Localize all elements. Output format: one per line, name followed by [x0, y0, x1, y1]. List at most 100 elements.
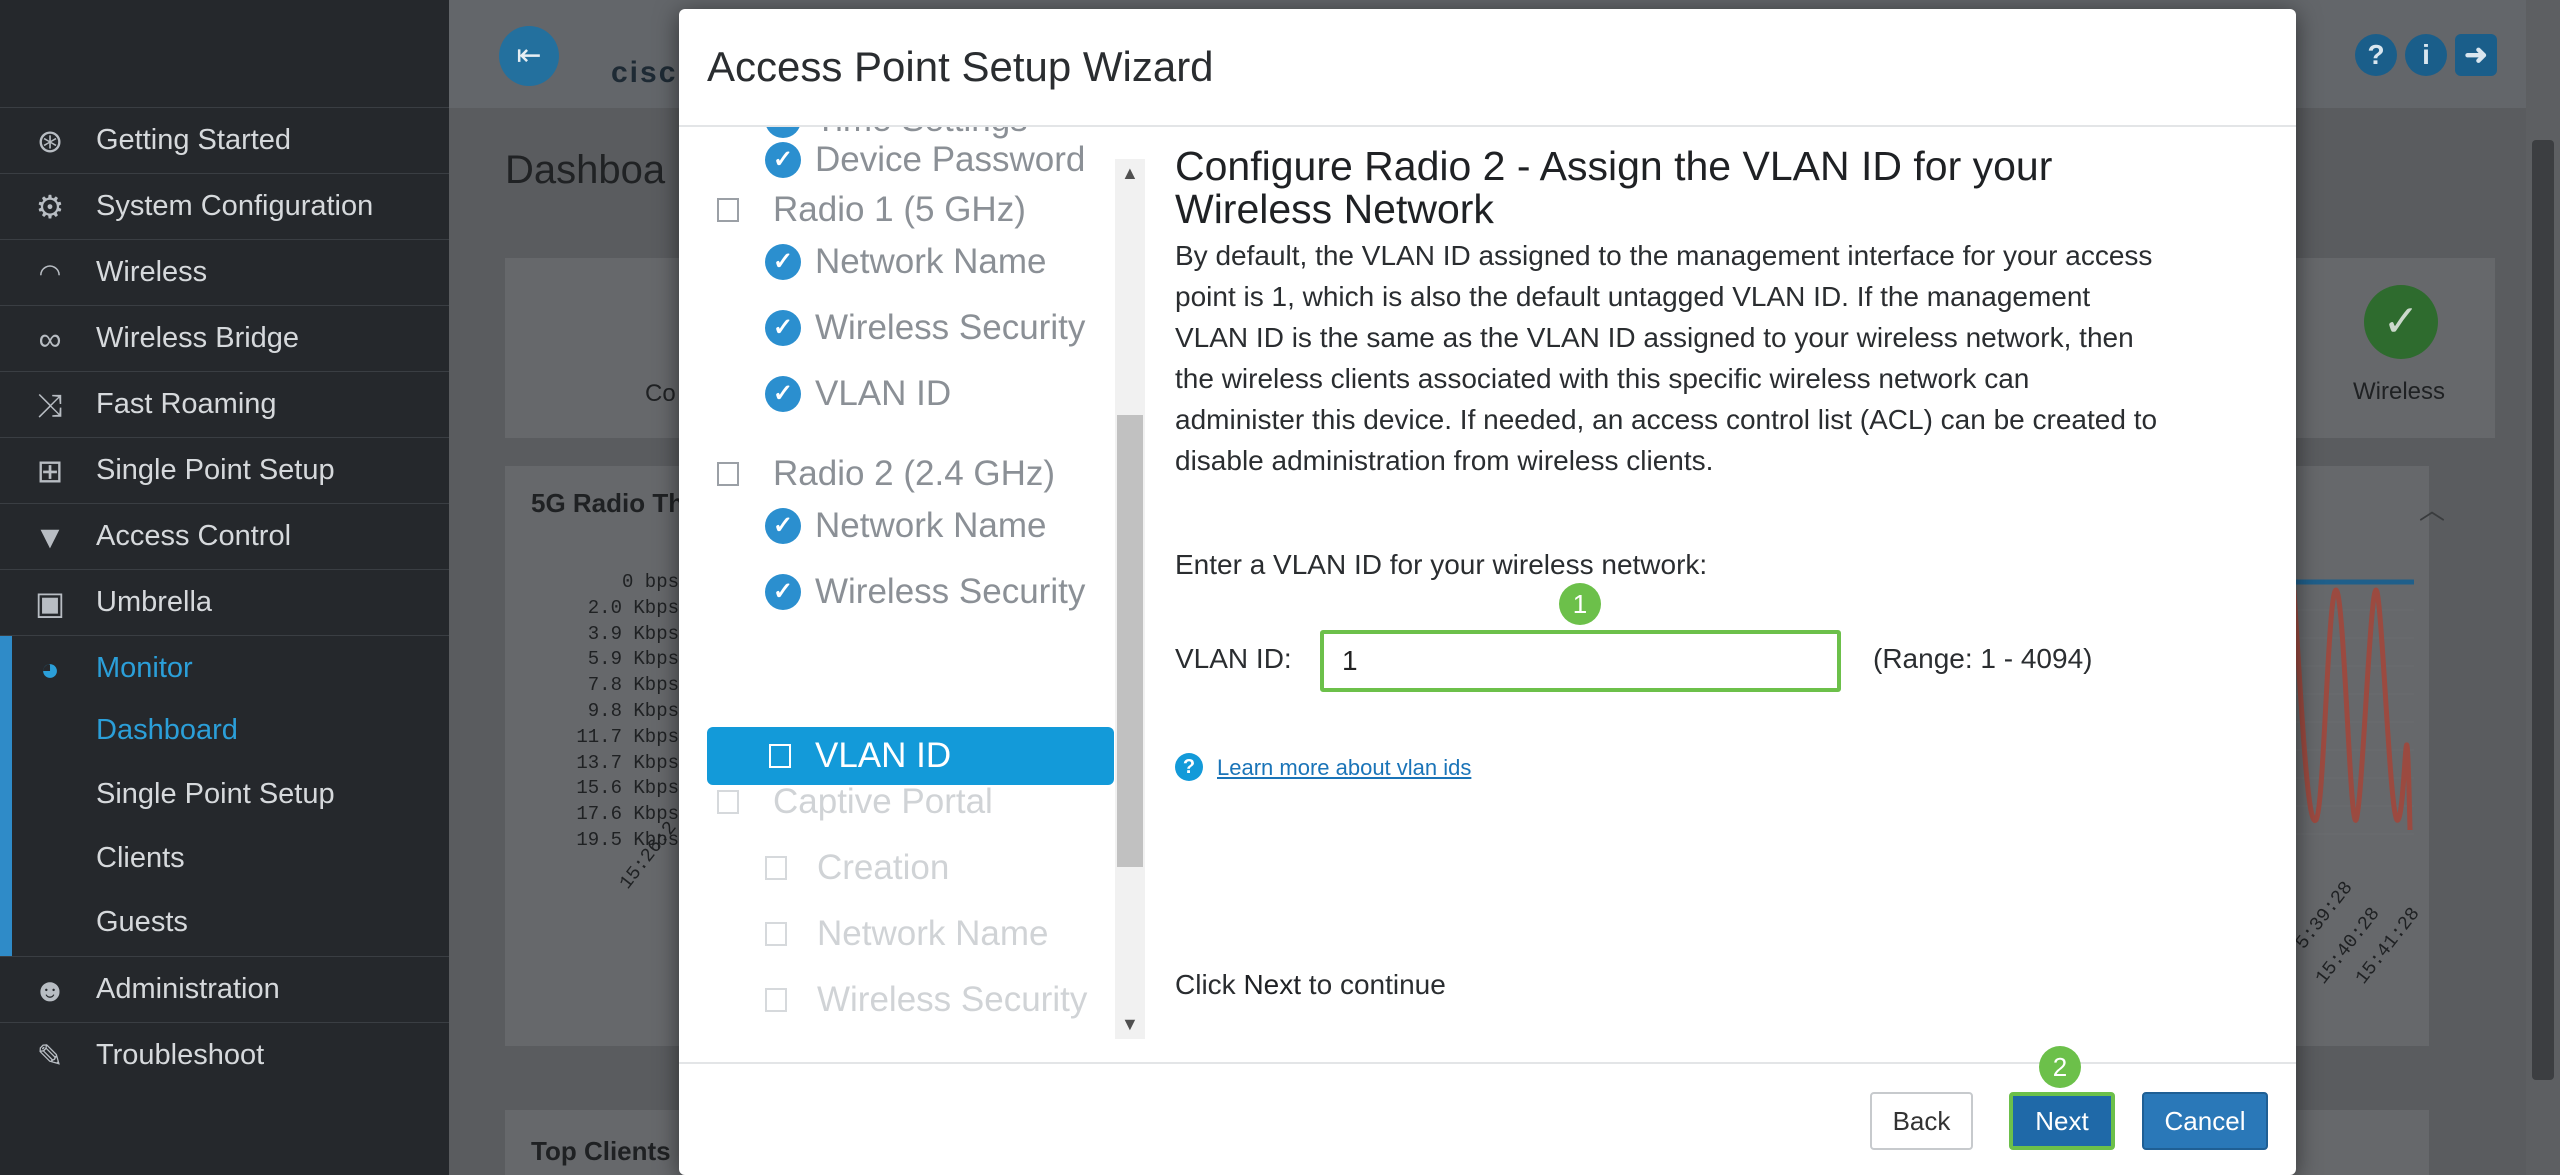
check-circle-icon: ✓: [765, 376, 801, 412]
tree-step-label: Network Name: [815, 242, 1047, 281]
filter-icon: ▼: [34, 518, 66, 555]
sidebar-item-administration[interactable]: ☻ Administration: [0, 956, 449, 1022]
tree-step-label: Creation: [817, 848, 950, 887]
y-tick: 5.9 Kbps: [587, 648, 679, 671]
cancel-button[interactable]: Cancel: [2142, 1092, 2268, 1150]
page-scrollbar[interactable]: [2526, 0, 2560, 1175]
tree-step-label: Radio 1 (5 GHz): [773, 190, 1026, 229]
y-tick: 2.0 Kbps: [587, 596, 679, 619]
tree-step-label: VLAN ID: [815, 374, 952, 413]
tree-step-label: VLAN ID: [815, 736, 952, 775]
y-tick: 13.7 Kbps: [576, 751, 679, 774]
tree-step-cp-wireless-security: Wireless Security: [765, 971, 1087, 1029]
tree-step-label: Network Name: [815, 506, 1047, 545]
vlan-id-label: VLAN ID:: [1175, 643, 1292, 674]
wrench-icon: ✎: [36, 1037, 64, 1074]
learn-more-vlan-link[interactable]: Learn more about vlan ids: [1217, 755, 1471, 781]
wireless-status-label: Wireless: [2353, 378, 2446, 405]
info-icon[interactable]: i: [2405, 34, 2447, 76]
chart-panel-title: 5G Radio Th: [531, 488, 685, 518]
y-tick: 7.8 Kbps: [587, 674, 679, 697]
sidebar-subitem-clients[interactable]: Clients: [96, 842, 185, 875]
sidebar-item-label: Umbrella: [96, 586, 213, 618]
sidebar-subitem-guests[interactable]: Guests: [96, 906, 188, 939]
tree-group-radio-1[interactable]: Radio 1 (5 GHz): [713, 181, 1026, 239]
sidebar-item-label: Fast Roaming: [96, 388, 277, 420]
sidebar-item-troubleshoot[interactable]: ✎ Troubleshoot: [0, 1022, 449, 1088]
tree-step-label: Radio 2 (2.4 GHz): [773, 454, 1056, 493]
continue-instruction: Click Next to continue: [1175, 969, 1446, 1001]
continue-suffix: to continue: [1301, 969, 1446, 1000]
checkbox-icon: [769, 744, 791, 768]
tree-group-radio-2[interactable]: Radio 2 (2.4 GHz): [713, 445, 1055, 503]
collapse-menu-icon[interactable]: ⇤: [499, 26, 559, 86]
continue-bold: Next: [1243, 969, 1302, 1000]
status-card-label: Co: [645, 380, 676, 407]
globe-icon: ⊛: [36, 122, 64, 159]
sidebar-item-label: Troubleshoot: [96, 1039, 265, 1071]
check-circle-icon: ✓: [765, 310, 801, 346]
tree-step-r2-wireless-security[interactable]: ✓ Wireless Security: [765, 563, 1085, 621]
cisco-logo: cisc: [611, 56, 678, 84]
link-icon: ∞: [38, 320, 62, 357]
chevron-up-icon[interactable]: ︿: [2419, 490, 2445, 527]
help-icon[interactable]: ?: [2355, 34, 2397, 76]
sidebar-subitem-single-point-setup[interactable]: Single Point Setup: [96, 778, 335, 811]
sidebar-item-label: Administration: [96, 973, 280, 1005]
sidebar-item-single-point-setup[interactable]: ⊞ Single Point Setup: [0, 437, 449, 503]
checkbox-icon: [765, 988, 787, 1012]
sidebar-item-label: System Configuration: [96, 190, 374, 222]
tree-step-label: Wireless Security: [817, 980, 1088, 1019]
sidebar-item-label: Wireless: [96, 256, 208, 288]
tree-step-r2-network-name[interactable]: ✓ Network Name: [765, 497, 1046, 555]
wifi-icon: ◠: [38, 257, 62, 288]
step-heading: Configure Radio 2 - Assign the VLAN ID f…: [1175, 143, 2053, 232]
sidebar-item-getting-started[interactable]: ⊛ Getting Started: [0, 107, 449, 173]
checkbox-icon: [717, 790, 739, 814]
step-badge-1: 1: [1559, 583, 1601, 625]
sidebar-item-umbrella[interactable]: ▣ Umbrella: [0, 569, 449, 635]
check-circle-icon: ✓: [765, 142, 801, 178]
sidebar-item-wireless[interactable]: ◠ Wireless: [0, 239, 449, 305]
next-button[interactable]: Next: [2009, 1092, 2115, 1150]
page-scrollbar-thumb[interactable]: [2532, 140, 2554, 1080]
sidebar-item-label: Getting Started: [96, 124, 292, 156]
back-button[interactable]: Back: [1870, 1092, 1973, 1150]
sidebar-subitem-dashboard[interactable]: Dashboard: [96, 714, 238, 747]
gear-icon: ⚙: [35, 188, 65, 225]
y-tick: 3.9 Kbps: [587, 622, 679, 645]
tree-scrollbar-thumb[interactable]: [1117, 415, 1143, 867]
sidebar-item-access-control[interactable]: ▼ Access Control: [0, 503, 449, 569]
y-tick: 9.8 Kbps: [587, 699, 679, 722]
y-tick: 11.7 Kbps: [576, 725, 679, 748]
sidebar-item-monitor[interactable]: ◕ Monitor: [0, 635, 449, 701]
tree-step-r1-network-name[interactable]: ✓ Network Name: [765, 233, 1046, 291]
logout-icon[interactable]: ➜: [2455, 34, 2497, 76]
setup-wizard-modal: Access Point Setup Wizard ✓Time Settings…: [679, 9, 2296, 1175]
sidebar-item-label: Monitor: [96, 652, 193, 684]
vlan-id-input[interactable]: [1320, 630, 1841, 692]
chart-fragment: [2294, 579, 2414, 835]
scroll-down-icon[interactable]: ▼: [1121, 1014, 1139, 1035]
network-icon: ⊞: [36, 452, 64, 489]
users-icon: ☻: [33, 971, 67, 1008]
sidebar-item-label: Wireless Bridge: [96, 322, 300, 354]
sidebar-item-label: Access Control: [96, 520, 292, 552]
check-circle-icon: ✓: [765, 574, 801, 610]
tree-step-label: Wireless Security: [815, 308, 1086, 347]
tree-scrollbar[interactable]: ▲ ▼: [1115, 159, 1145, 1039]
wireless-status-icon: ✓: [2364, 285, 2438, 359]
sidebar-item-wireless-bridge[interactable]: ∞ Wireless Bridge: [0, 305, 449, 371]
vlan-range-hint: (Range: 1 - 4094): [1873, 643, 2093, 674]
tree-step-label: Wireless Security: [815, 572, 1086, 611]
chart-y-axis: 0 bps 2.0 Kbps 3.9 Kbps 5.9 Kbps 7.8 Kbp…: [539, 570, 679, 854]
sidebar-item-system-configuration[interactable]: ⚙ System Configuration: [0, 173, 449, 239]
tree-step-r1-vlan-id[interactable]: ✓ VLAN ID: [765, 365, 951, 423]
tree-group-captive-portal: Captive Portal: [713, 773, 993, 831]
checkbox-icon: [765, 856, 787, 880]
sidebar-item-fast-roaming[interactable]: ⤨ Fast Roaming: [0, 371, 449, 437]
tree-step-r1-wireless-security[interactable]: ✓ Wireless Security: [765, 299, 1085, 357]
y-tick: 15.6 Kbps: [576, 777, 679, 800]
scroll-up-icon[interactable]: ▲: [1121, 163, 1139, 184]
tree-step-creation: Creation: [765, 839, 949, 897]
